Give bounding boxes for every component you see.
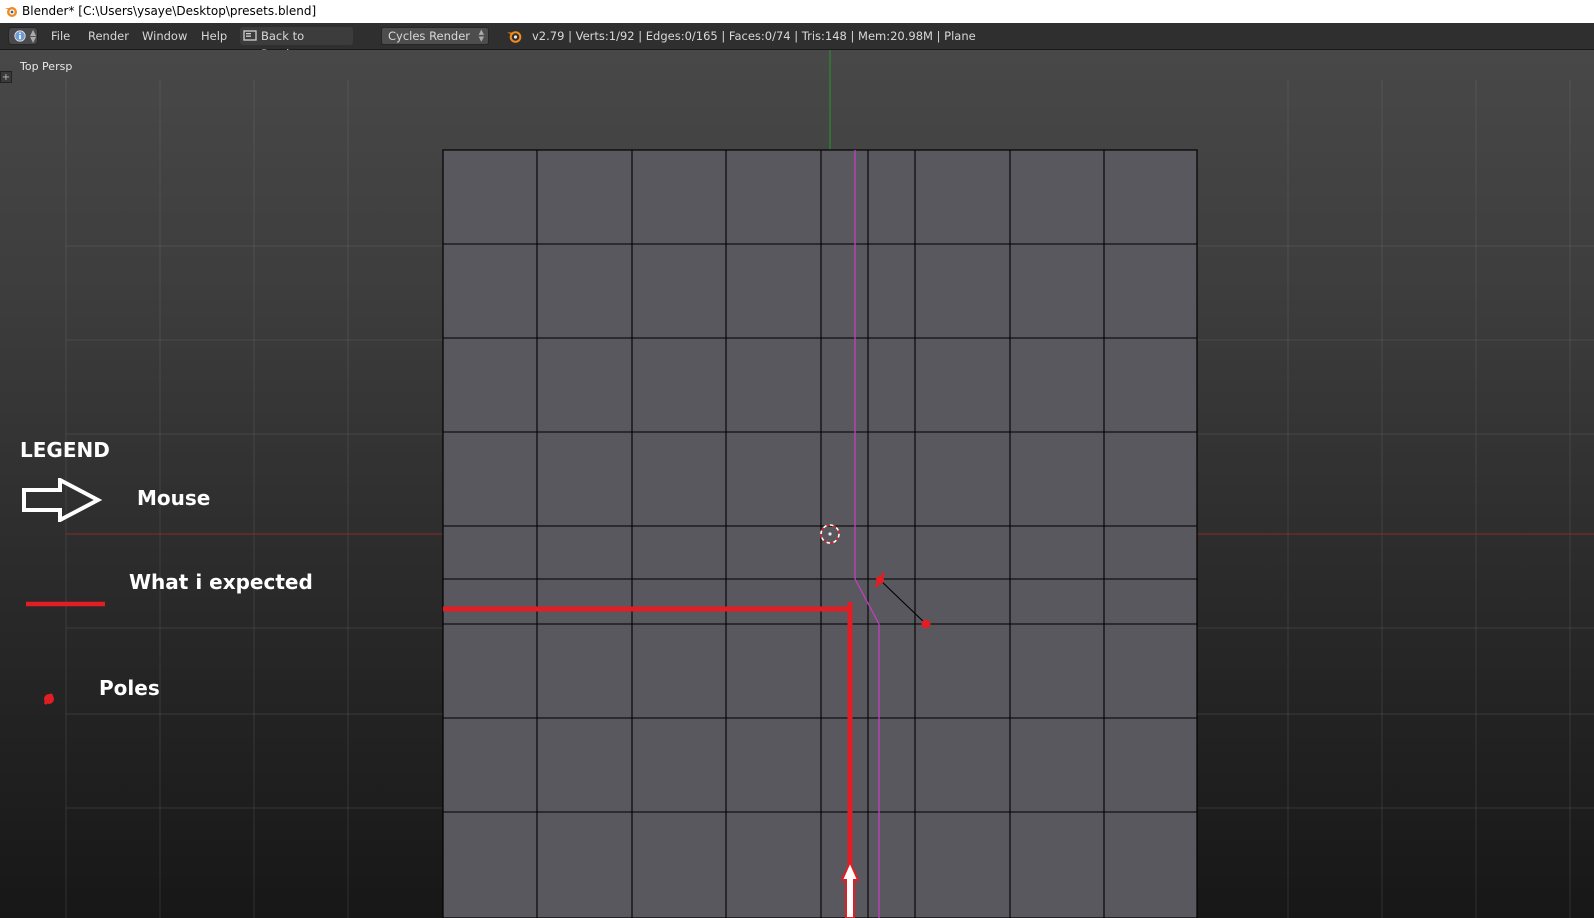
viewport-scene [65,50,1594,918]
scene-statistics: v2.79 | Verts:1/92 | Edges:0/165 | Faces… [532,29,976,43]
chevron-updown-icon: ▲ ▼ [30,28,37,44]
chevron-updown-icon: ▲ ▼ [478,28,484,43]
pole-marker [921,619,931,629]
info-icon [14,30,26,42]
screen-back-icon [243,30,257,41]
menu-file[interactable]: File [51,23,70,49]
blender-logo-icon [507,31,522,43]
legend-label-mouse: Mouse [137,486,211,510]
menu-window[interactable]: Window [142,23,187,49]
legend-title: LEGEND [20,438,110,462]
view-label: Top Persp [20,60,73,73]
pole-icon [43,693,54,705]
plane-mesh[interactable] [442,149,1198,918]
legend-label-expected: What i expected [129,570,313,594]
menu-help[interactable]: Help [201,23,227,49]
red-line-icon [26,601,105,607]
tool-shelf-toggle-button[interactable]: + [0,71,12,83]
back-to-previous-button[interactable]: Back to Previous [240,27,353,61]
3d-viewport[interactable]: Top Persp + LEGEND Mouse What i expected… [0,50,1594,918]
render-engine-value: Cycles Render [388,29,471,43]
legend-label-poles: Poles [99,676,160,700]
arrow-icon [22,478,102,522]
blender-logo-icon [5,7,17,17]
info-header: ▲▼ File Render Window Help Back to Previ… [0,23,1594,61]
mesh-face-area [442,149,1198,918]
menu-render[interactable]: Render [88,23,129,49]
editor-type-button[interactable]: ▲ ▼ [8,27,38,45]
window-titlebar: Blender* [C:\Users\ysaye\Desktop\presets… [0,0,1594,23]
window-title: Blender* [C:\Users\ysaye\Desktop\presets… [22,4,317,18]
render-engine-select[interactable]: Cycles Render ▲ ▼ [381,27,489,45]
